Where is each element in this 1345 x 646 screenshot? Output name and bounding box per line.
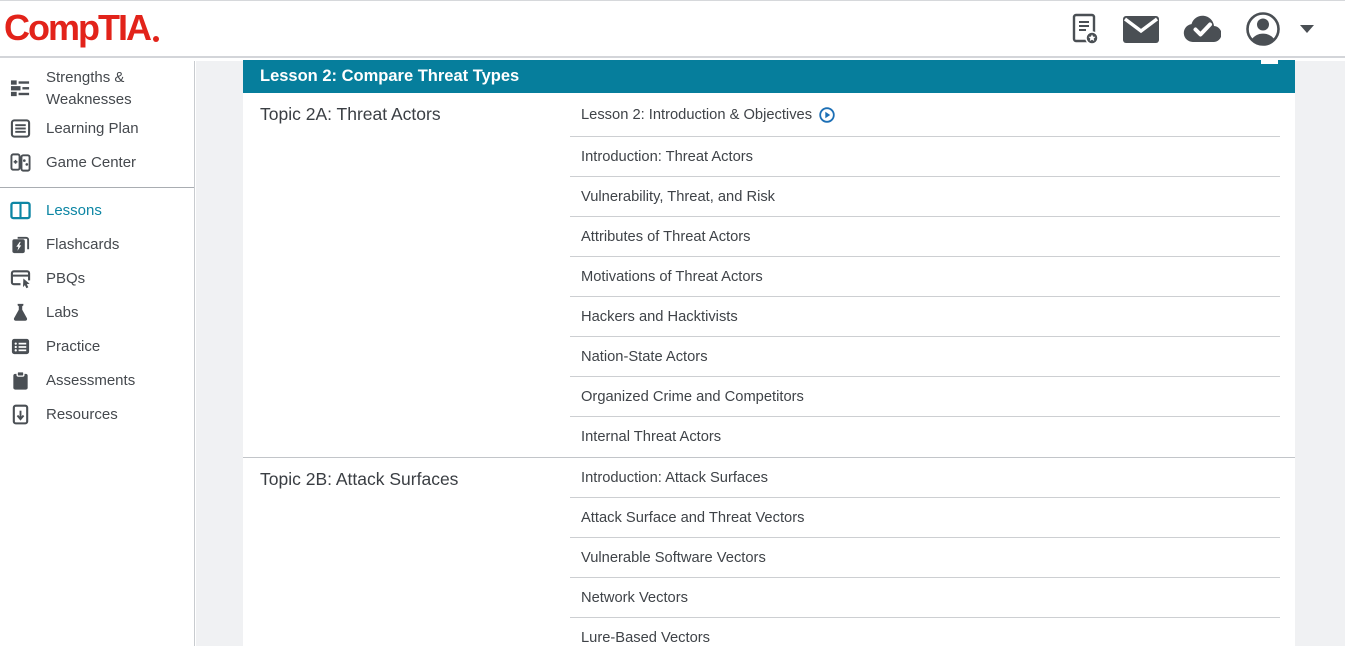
lesson-row[interactable]: Network Vectors <box>570 578 1280 618</box>
lesson-row-label: Nation-State Actors <box>581 349 708 365</box>
lesson-card: Lesson 2: Compare Threat Types Topic 2A:… <box>243 60 1295 646</box>
sync-cloud-icon[interactable] <box>1183 15 1221 43</box>
lesson-row[interactable]: Introduction: Threat Actors <box>570 137 1280 177</box>
topic-section-2b: Topic 2B: Attack Surfaces Introduction: … <box>243 457 1295 646</box>
lesson-row-label: Lesson 2: Introduction & Objectives <box>581 107 812 123</box>
lesson-row-label: Lure-Based Vectors <box>581 630 710 646</box>
sidebar-item-lessons[interactable]: Lessons <box>0 194 194 228</box>
lesson-row-label: Vulnerability, Threat, and Risk <box>581 189 775 205</box>
caret-down-icon[interactable] <box>1299 24 1315 34</box>
lesson-title: Lesson 2: Compare Threat Types <box>260 67 519 86</box>
lesson-row[interactable]: Introduction: Attack Surfaces <box>570 458 1280 498</box>
sidebar-item-label: Practice <box>46 336 100 358</box>
sidebar: Strengths & Weaknesses Learning Plan Gam <box>0 61 195 646</box>
sidebar-item-label: Learning Plan <box>46 118 139 140</box>
labs-icon <box>9 302 31 323</box>
play-icon[interactable] <box>819 107 835 123</box>
strengths-weaknesses-icon <box>9 78 31 99</box>
logo-trademark-dot <box>153 36 159 42</box>
sidebar-item-pbqs[interactable]: PBQs <box>0 262 194 296</box>
assessments-icon <box>9 370 31 391</box>
lesson-row[interactable]: Lesson 2: Introduction & Objectives <box>570 93 1280 137</box>
lesson-row[interactable]: Nation-State Actors <box>570 337 1280 377</box>
topic-title: Topic 2A: Threat Actors <box>243 93 570 457</box>
lesson-row[interactable]: Organized Crime and Competitors <box>570 377 1280 417</box>
lesson-row[interactable]: Attributes of Threat Actors <box>570 217 1280 257</box>
lesson-row-label: Hackers and Hacktivists <box>581 309 738 325</box>
resources-icon <box>9 404 31 425</box>
game-center-icon <box>9 152 31 173</box>
sidebar-item-label: PBQs <box>46 268 85 290</box>
pbqs-icon <box>9 268 31 289</box>
lessons-icon <box>9 200 31 221</box>
sidebar-item-label: Lessons <box>46 200 102 222</box>
lesson-row[interactable]: Motivations of Threat Actors <box>570 257 1280 297</box>
topic-title: Topic 2B: Attack Surfaces <box>243 458 570 646</box>
lesson-header-bar[interactable]: Lesson 2: Compare Threat Types <box>243 60 1295 93</box>
lesson-row-label: Attack Surface and Threat Vectors <box>581 510 804 526</box>
report-icon[interactable] <box>1072 13 1099 45</box>
lesson-row-label: Vulnerable Software Vectors <box>581 550 766 566</box>
logo-text: CompTIA <box>4 7 150 49</box>
learning-plan-icon <box>9 118 31 139</box>
lesson-row-label: Attributes of Threat Actors <box>581 229 751 245</box>
sidebar-item-label: Resources <box>46 404 118 426</box>
sidebar-item-label: Game Center <box>46 152 136 174</box>
sidebar-item-label: Labs <box>46 302 79 324</box>
lesson-row-label: Introduction: Attack Surfaces <box>581 470 768 486</box>
sidebar-divider <box>0 187 194 188</box>
sidebar-item-practice[interactable]: Practice <box>0 330 194 364</box>
sidebar-item-flashcards[interactable]: Flashcards <box>0 228 194 262</box>
topic-rows: Lesson 2: Introduction & Objectives Intr… <box>570 93 1280 457</box>
lesson-row-label: Internal Threat Actors <box>581 429 721 445</box>
sidebar-item-resources[interactable]: Resources <box>0 398 194 432</box>
lesson-row[interactable]: Internal Threat Actors <box>570 417 1280 457</box>
collapse-icon[interactable] <box>1261 58 1278 64</box>
sidebar-item-labs[interactable]: Labs <box>0 296 194 330</box>
lesson-row-label: Introduction: Threat Actors <box>581 149 753 165</box>
sidebar-item-strengths-weaknesses[interactable]: Strengths & Weaknesses <box>0 66 194 112</box>
lesson-row-label: Motivations of Threat Actors <box>581 269 763 285</box>
lesson-row[interactable]: Vulnerable Software Vectors <box>570 538 1280 578</box>
lesson-row[interactable]: Attack Surface and Threat Vectors <box>570 498 1280 538</box>
flashcards-icon <box>9 234 31 255</box>
lesson-row-label: Organized Crime and Competitors <box>581 389 804 405</box>
topic-rows: Introduction: Attack Surfaces Attack Sur… <box>570 458 1280 646</box>
account-icon[interactable] <box>1245 11 1281 47</box>
sidebar-item-learning-plan[interactable]: Learning Plan <box>0 112 194 146</box>
lesson-row[interactable]: Vulnerability, Threat, and Risk <box>570 177 1280 217</box>
lesson-row[interactable]: Hackers and Hacktivists <box>570 297 1280 337</box>
messages-icon[interactable] <box>1123 16 1159 43</box>
lesson-row-label: Network Vectors <box>581 590 688 606</box>
topic-section-2a: Topic 2A: Threat Actors Lesson 2: Introd… <box>243 93 1295 457</box>
sidebar-item-game-center[interactable]: Game Center <box>0 146 194 180</box>
header-icon-group <box>1072 1 1315 57</box>
main-content-area: Lesson 2: Compare Threat Types Topic 2A:… <box>196 61 1345 646</box>
sidebar-item-assessments[interactable]: Assessments <box>0 364 194 398</box>
practice-icon <box>9 336 31 357</box>
sidebar-item-label: Assessments <box>46 370 135 392</box>
top-header: CompTIA <box>0 0 1345 58</box>
sidebar-item-label: Strengths & Weaknesses <box>46 67 174 111</box>
sidebar-item-label: Flashcards <box>46 234 119 256</box>
lesson-row[interactable]: Lure-Based Vectors <box>570 618 1280 646</box>
comptia-logo[interactable]: CompTIA <box>4 2 159 54</box>
